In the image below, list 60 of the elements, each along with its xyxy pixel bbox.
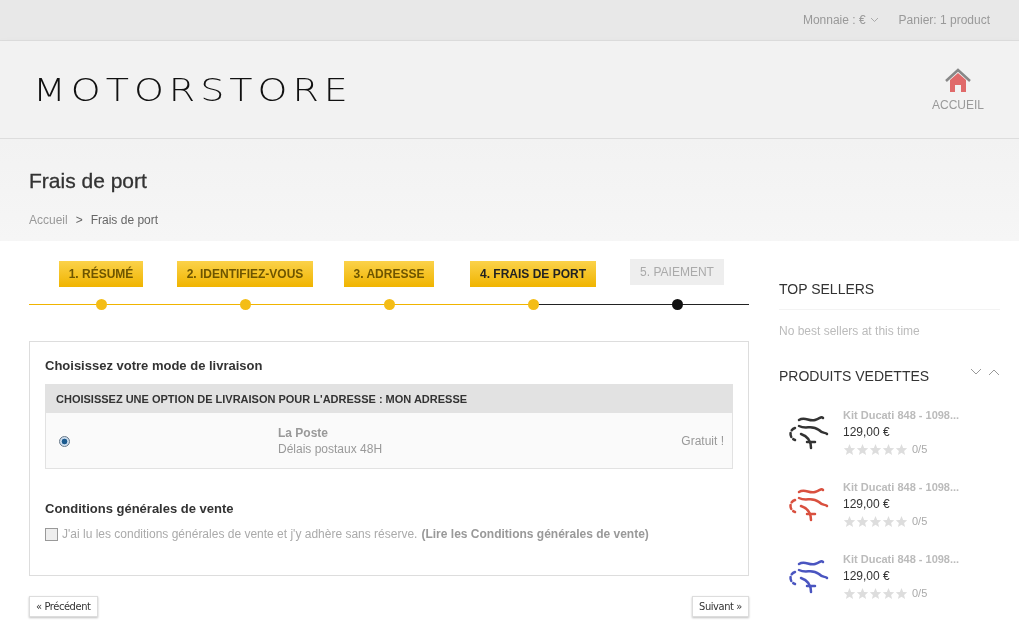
product-price: 129,00 € bbox=[843, 496, 891, 511]
carrier-name: La Poste bbox=[278, 426, 329, 440]
section-heading: Conditions générales de vente bbox=[45, 501, 235, 516]
terms-text: J'ai lu les conditions générales de vente et j'y adhère sans réserve. bbox=[62, 527, 418, 541]
checkout-step-tab[interactable]: 1. RÉSUMÉ bbox=[58, 261, 144, 287]
currency-selector[interactable]: Monnaie : € bbox=[802, 13, 879, 27]
chevron-down-icon[interactable] bbox=[970, 368, 982, 376]
star-icon bbox=[895, 442, 908, 456]
sidebar-heading: PRODUITS VEDETTES bbox=[779, 368, 931, 386]
terms-link[interactable]: (Lire les Conditions générales de vente) bbox=[421, 527, 649, 541]
star-icon bbox=[843, 586, 856, 600]
step-dot bbox=[95, 299, 107, 310]
product-link[interactable]: Kit Ducati 848 - 1098... bbox=[843, 480, 960, 493]
breadcrumb-separator: > bbox=[75, 213, 83, 227]
checkout-step-tab[interactable]: 4. FRAIS DE PORT bbox=[470, 261, 596, 287]
cart-link[interactable]: Panier: 1 product bbox=[898, 13, 990, 27]
step-dot bbox=[527, 299, 539, 310]
chevron-up-icon[interactable] bbox=[988, 368, 1000, 376]
star-icon bbox=[882, 442, 895, 456]
breadcrumb-current: Frais de port bbox=[90, 213, 159, 227]
house-icon bbox=[944, 67, 972, 94]
page-title: Frais de port bbox=[29, 169, 148, 193]
star-icon bbox=[882, 514, 895, 528]
star-icon bbox=[895, 514, 908, 528]
star-icon bbox=[856, 442, 869, 456]
rating-count: 0/5 bbox=[912, 587, 928, 599]
star-icon bbox=[843, 442, 856, 456]
logo[interactable]: MOTORSTORE bbox=[33, 70, 353, 109]
star-icon bbox=[869, 514, 882, 528]
radio-button[interactable] bbox=[59, 435, 70, 447]
checkbox[interactable] bbox=[45, 527, 58, 541]
checkout-step-tab[interactable]: 3. ADRESSE bbox=[343, 261, 435, 287]
table-header: CHOISISSEZ UNE OPTION DE LIVRAISON POUR L'ADRESSE : MON ADRESSE bbox=[46, 385, 732, 413]
star-icon bbox=[856, 514, 869, 528]
rating-count: 0/5 bbox=[912, 515, 928, 527]
empty-message: No best sellers at this time bbox=[779, 309, 1000, 338]
product-price: 129,00 € bbox=[843, 568, 891, 583]
rating-count: 0/5 bbox=[912, 443, 928, 455]
product-price: 129,00 € bbox=[843, 424, 891, 439]
step-dot bbox=[671, 299, 683, 310]
sidebar-heading: TOP SELLERS bbox=[779, 281, 876, 299]
product-link[interactable]: Kit Ducati 848 - 1098... bbox=[843, 408, 960, 421]
next-button[interactable]: Suivant » bbox=[692, 596, 749, 617]
previous-button[interactable]: « Précédent bbox=[29, 596, 98, 617]
star-icon bbox=[856, 586, 869, 600]
delivery-delay: Délais postaux 48H bbox=[278, 442, 383, 456]
star-icon bbox=[869, 442, 882, 456]
delivery-price: Gratuit ! bbox=[681, 434, 724, 448]
section-heading: Choisissez votre mode de livraison bbox=[45, 358, 264, 373]
home-link[interactable]: ACCUEIL bbox=[932, 67, 984, 112]
star-icon bbox=[843, 514, 856, 528]
breadcrumb-link[interactable]: Accueil bbox=[29, 213, 68, 227]
star-icon bbox=[895, 586, 908, 600]
star-icon bbox=[882, 586, 895, 600]
step-dot bbox=[383, 299, 395, 310]
chevron-down-icon bbox=[869, 17, 879, 23]
step-dot bbox=[239, 299, 251, 310]
star-icon bbox=[869, 586, 882, 600]
product-link[interactable]: Kit Ducati 848 - 1098... bbox=[843, 552, 960, 565]
checkout-step-tab[interactable]: 2. IDENTIFIEZ-VOUS bbox=[176, 261, 314, 287]
